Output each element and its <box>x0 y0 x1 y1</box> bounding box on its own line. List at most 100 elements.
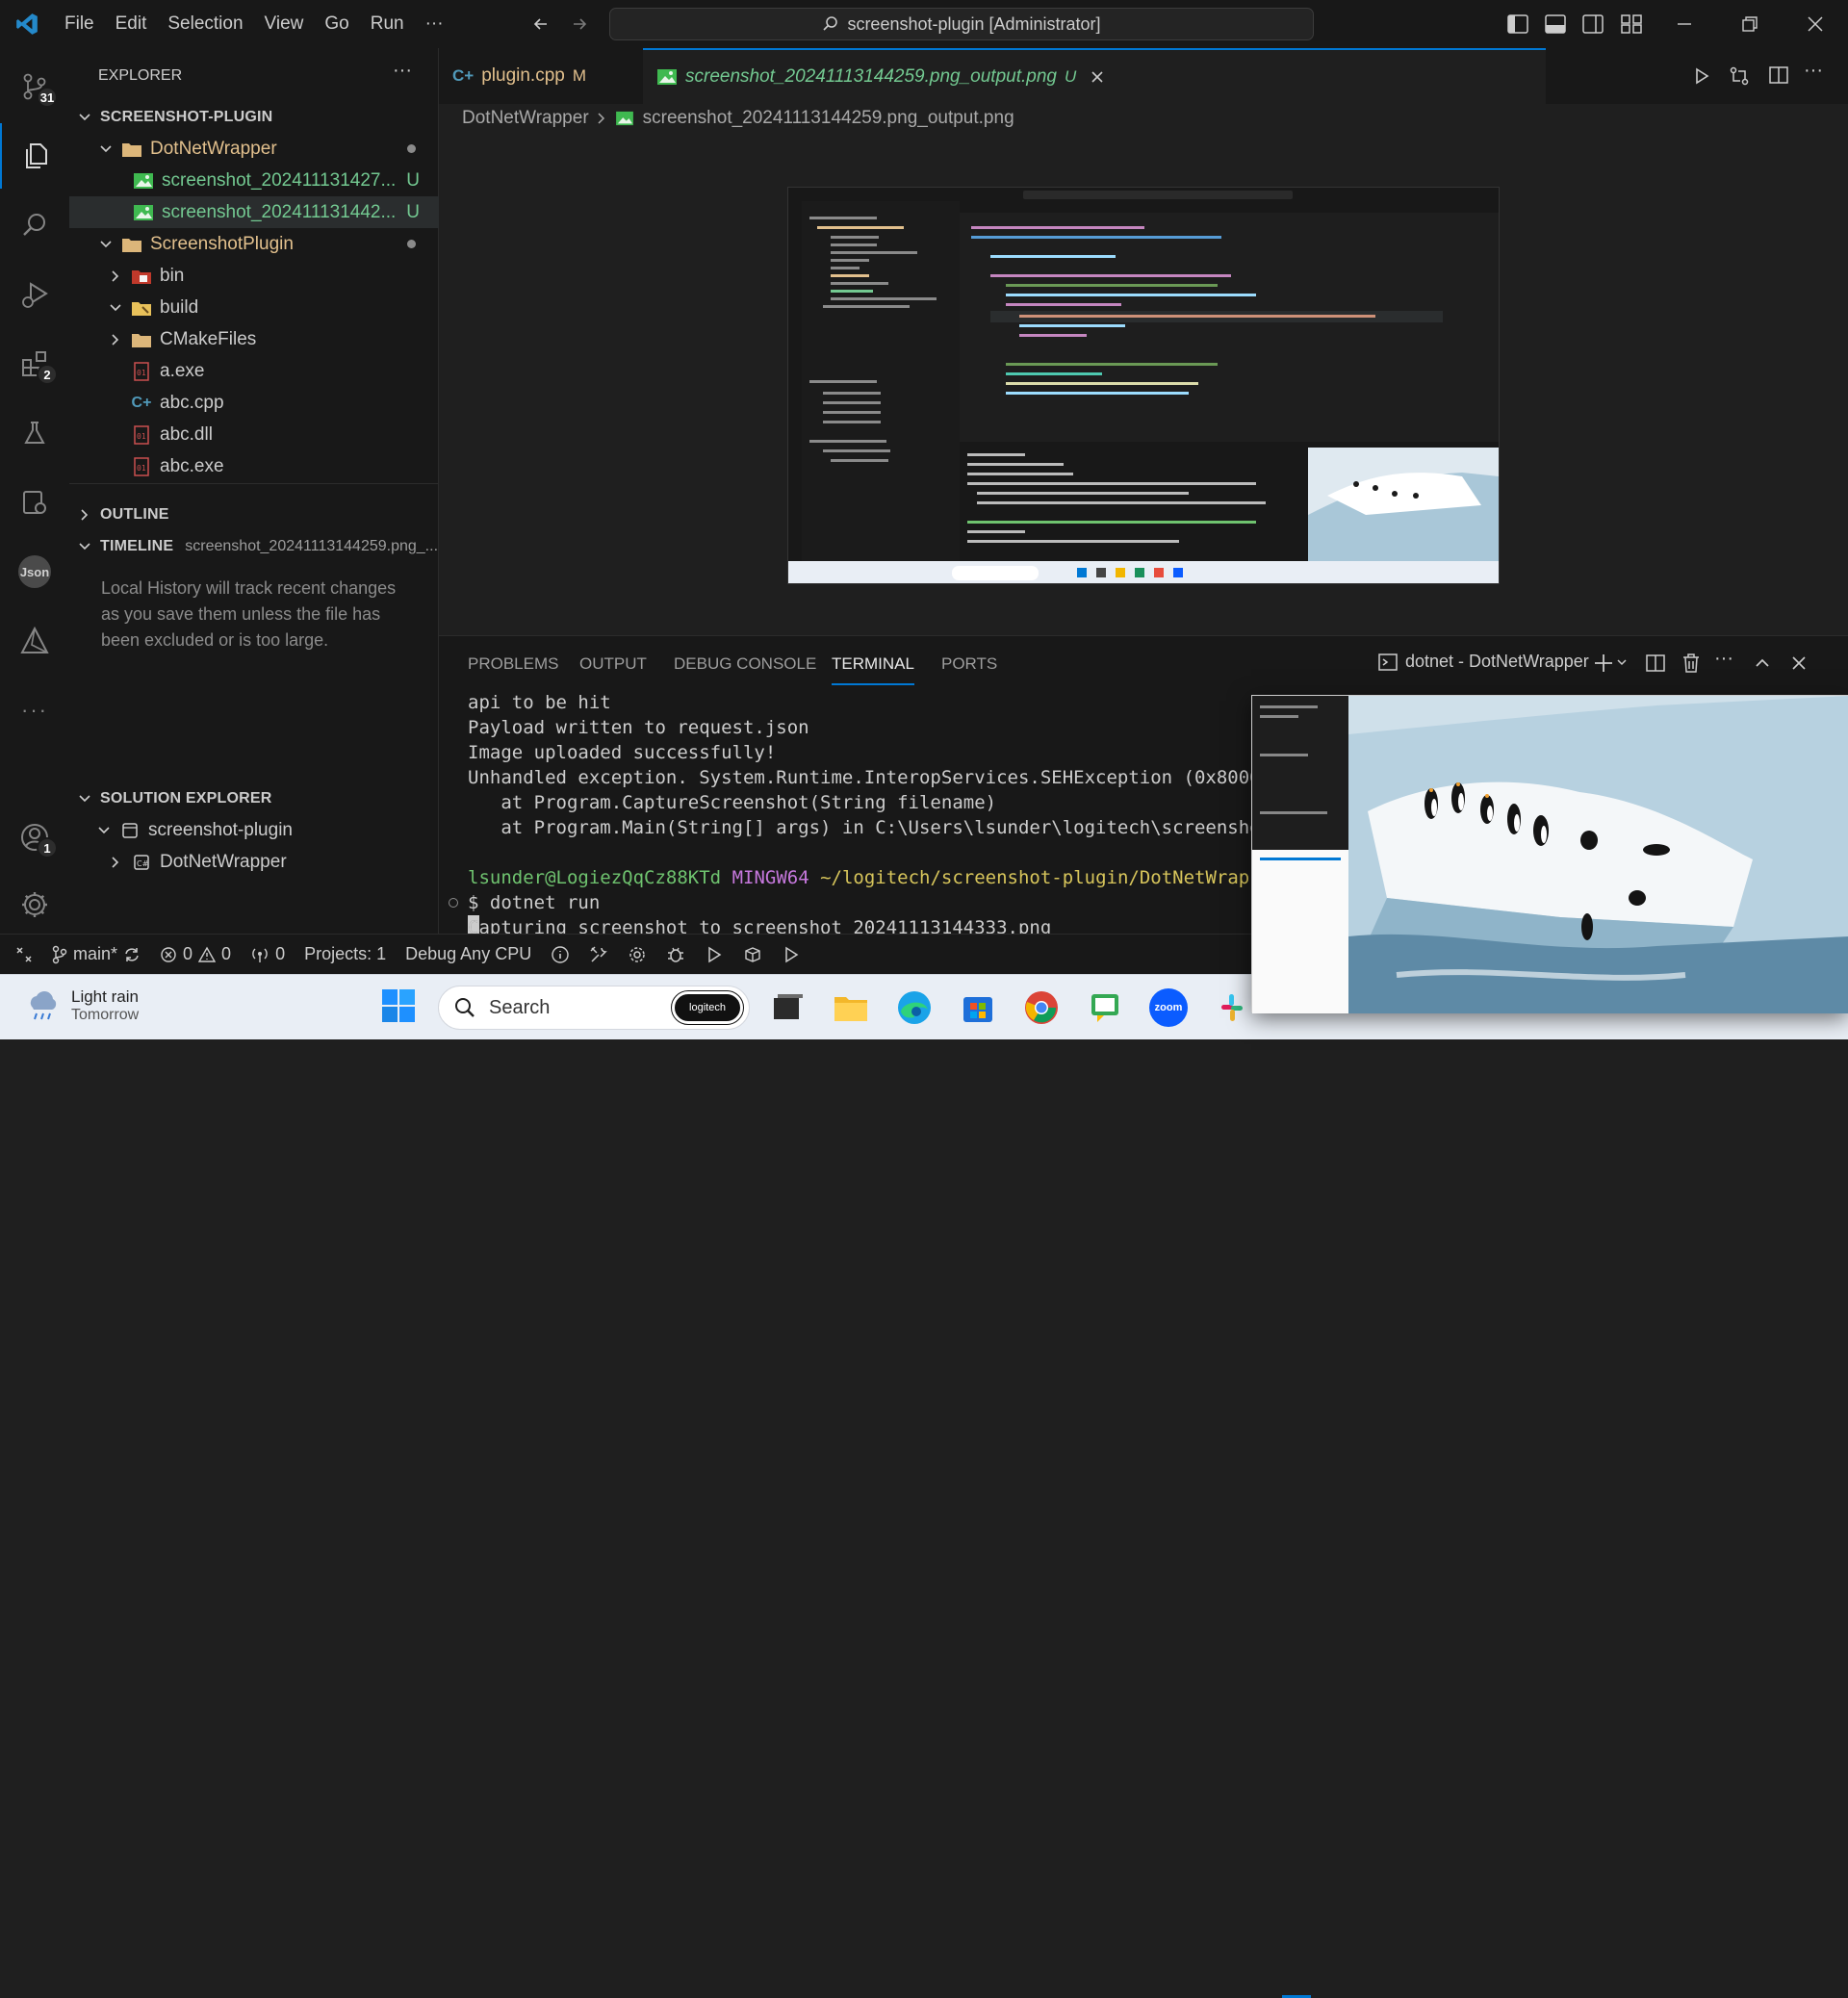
tree-folder-screenshotplugin[interactable]: ScreenshotPlugin <box>69 228 439 260</box>
extensions-icon[interactable]: 2 <box>0 331 69 397</box>
sidebar-more-button[interactable]: ··· <box>393 60 412 82</box>
search-sidebar-icon[interactable] <box>0 192 69 258</box>
explorer-icon[interactable] <box>0 123 69 189</box>
menu-edit[interactable]: Edit <box>105 0 158 48</box>
tree-file-screenshot-1[interactable]: screenshot_202411131427... U <box>69 165 439 196</box>
remote-explorer-icon[interactable] <box>0 470 69 535</box>
tab-debug-console[interactable]: DEBUG CONSOLE <box>674 636 816 692</box>
more-views-icon[interactable]: ··· <box>0 678 69 743</box>
restore-icon[interactable] <box>1740 14 1759 34</box>
tree-label: abc.exe <box>160 455 224 476</box>
weather-widget[interactable]: Light rain Tomorrow <box>23 986 139 1025</box>
split-terminal-icon[interactable] <box>1646 653 1665 673</box>
menu-go[interactable]: Go <box>314 0 359 48</box>
tree-folder-build[interactable]: build <box>69 292 439 323</box>
tab-screenshot-output[interactable]: screenshot_20241113144259.png_output.png… <box>643 48 1546 104</box>
run-debug-icon[interactable] <box>0 262 69 327</box>
panel-more-button[interactable]: ··· <box>1714 648 1733 670</box>
close-tab-icon[interactable] <box>1090 69 1105 85</box>
breadcrumb-folder[interactable]: DotNetWrapper <box>462 108 589 129</box>
tab-plugin-cpp[interactable]: C+ plugin.cpp M <box>439 48 628 104</box>
modified-dot <box>407 144 416 153</box>
json-extension-icon[interactable]: Json <box>0 539 69 604</box>
tab-problems[interactable]: PROBLEMS <box>468 636 558 692</box>
problems-indicator[interactable]: 0 0 <box>150 935 241 975</box>
menu-run[interactable]: Run <box>360 0 415 48</box>
ports-indicator[interactable]: 0 <box>241 935 295 975</box>
microsoft-store-icon[interactable] <box>959 988 997 1027</box>
kill-terminal-icon[interactable] <box>1681 653 1701 674</box>
branch-indicator[interactable]: main* <box>42 935 150 975</box>
tree-file-screenshot-2[interactable]: screenshot_202411131442... U <box>69 196 439 228</box>
forward-arrow-icon[interactable] <box>570 14 589 34</box>
slack-app-icon[interactable] <box>1213 988 1251 1027</box>
toggle-panel-icon[interactable] <box>1545 14 1566 34</box>
chat-app-icon[interactable] <box>1086 988 1124 1027</box>
file-explorer-icon[interactable] <box>832 988 870 1027</box>
tree-folder-cmakefiles[interactable]: CMakeFiles <box>69 323 439 355</box>
debug-bug-icon[interactable] <box>656 935 695 975</box>
chrome-browser-icon[interactable] <box>1022 988 1061 1027</box>
tab-terminal[interactable]: TERMINAL <box>832 643 914 685</box>
testing-icon[interactable] <box>0 400 69 466</box>
edge-browser-icon[interactable] <box>895 988 934 1027</box>
taskbar-window-preview[interactable] <box>1251 695 1848 1013</box>
tree-file-abc-exe[interactable]: 01 abc.exe <box>69 450 439 482</box>
solution-explorer-header[interactable]: SOLUTION EXPLORER <box>69 782 439 814</box>
image-file-icon <box>614 108 635 129</box>
run-task-icon[interactable] <box>772 935 810 975</box>
info-icon[interactable] <box>541 935 579 975</box>
breadcrumb-file[interactable]: screenshot_20241113144259.png_output.png <box>643 108 1014 129</box>
build-config-indicator[interactable]: Debug Any CPU <box>396 935 541 975</box>
run-file-icon[interactable] <box>1692 66 1711 86</box>
minimize-icon[interactable] <box>1675 14 1694 34</box>
source-control-icon[interactable]: 31 <box>0 54 69 119</box>
terminal-line: Unhandled exception. System.Runtime.Inte… <box>468 767 1283 788</box>
package-icon[interactable] <box>733 935 772 975</box>
tree-file-a-exe[interactable]: 01 a.exe <box>69 355 439 387</box>
close-panel-icon[interactable] <box>1790 654 1808 672</box>
outline-section-header[interactable]: OUTLINE <box>69 499 439 530</box>
close-window-icon[interactable] <box>1806 14 1825 34</box>
tree-file-abc-dll[interactable]: 01 abc.dll <box>69 419 439 450</box>
settings-gear-icon[interactable] <box>0 872 69 937</box>
tab-ports[interactable]: PORTS <box>941 636 997 692</box>
accounts-icon[interactable]: 1 <box>0 805 69 870</box>
workspace-root[interactable]: SCREENSHOT-PLUGIN <box>69 101 439 133</box>
build-gear-icon[interactable] <box>618 935 656 975</box>
editor-more-actions-button[interactable]: ··· <box>1804 60 1823 82</box>
new-terminal-icon[interactable] <box>1594 653 1629 674</box>
cmake-icon[interactable] <box>0 608 69 674</box>
menu-view[interactable]: View <box>254 0 315 48</box>
solution-item-dotnetwrapper[interactable]: C# DotNetWrapper <box>69 846 439 878</box>
solution-item-screenshot-plugin[interactable]: screenshot-plugin <box>69 814 439 846</box>
prompt-path: ~/logitech/screenshot-plugin/DotNetWrapp… <box>820 867 1283 888</box>
toggle-primary-sidebar-icon[interactable] <box>1507 14 1528 34</box>
toggle-secondary-sidebar-icon[interactable] <box>1582 14 1604 34</box>
tree-file-abc-cpp[interactable]: C+ abc.cpp <box>69 387 439 419</box>
taskbar-search[interactable]: Search logitech <box>438 986 750 1030</box>
split-editor-icon[interactable] <box>1769 65 1788 85</box>
tree-folder-dotnetwrapper[interactable]: DotNetWrapper <box>69 133 439 165</box>
start-button-icon[interactable] <box>381 988 416 1023</box>
task-view-icon[interactable] <box>768 988 807 1027</box>
outline-label: OUTLINE <box>100 505 169 523</box>
timeline-section-header[interactable]: TIMELINE screenshot_20241113144259.png_.… <box>69 530 439 562</box>
projects-indicator[interactable]: Projects: 1 <box>295 935 396 975</box>
screenshot-image[interactable] <box>787 187 1500 584</box>
command-center[interactable]: screenshot-plugin [Administrator] <box>609 8 1314 40</box>
tab-output[interactable]: OUTPUT <box>579 636 647 692</box>
customize-layout-icon[interactable] <box>1621 14 1642 34</box>
tree-folder-bin[interactable]: bin <box>69 260 439 292</box>
zoom-app-icon[interactable]: zoom <box>1149 988 1188 1027</box>
back-arrow-icon[interactable] <box>531 14 551 34</box>
remote-indicator-icon[interactable] <box>0 935 42 975</box>
menu-file[interactable]: File <box>54 0 105 48</box>
menu-selection[interactable]: Selection <box>157 0 253 48</box>
maximize-panel-icon[interactable] <box>1754 654 1771 672</box>
terminal-selector[interactable]: dotnet - DotNetWrapper <box>1378 652 1589 672</box>
menu-more[interactable]: ··· <box>415 0 454 48</box>
launch-icon[interactable] <box>695 935 733 975</box>
open-changes-icon[interactable] <box>1729 65 1750 87</box>
tools-icon[interactable] <box>579 935 618 975</box>
